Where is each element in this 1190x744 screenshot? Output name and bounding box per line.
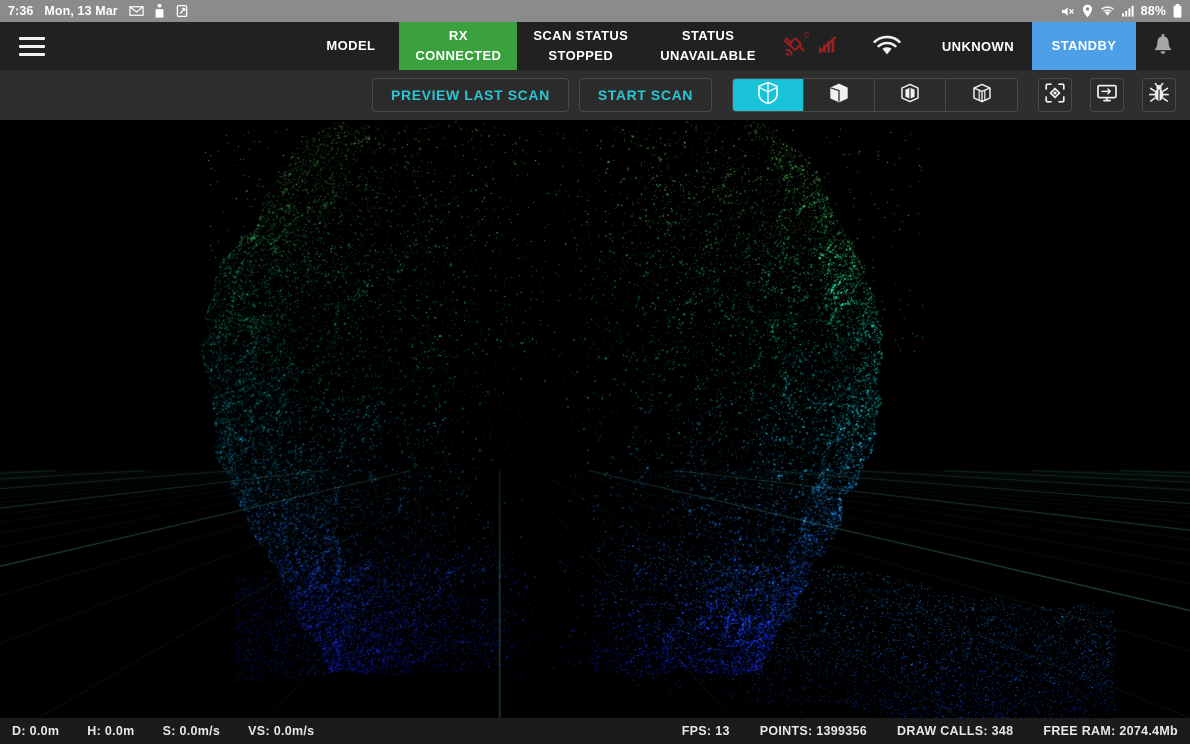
telemetry-vertical-speed-label: VS: — [248, 724, 270, 738]
telemetry-speed-label: S: — [163, 724, 176, 738]
stat-draw-calls-label: DRAW CALLS: — [897, 724, 988, 738]
view-mode-section-box[interactable] — [875, 79, 946, 111]
hamburger-bar — [19, 53, 45, 56]
telemetry-speed: S: 0.0m/s — [163, 724, 221, 738]
header-scan-status-title: SCAN STATUS — [533, 26, 628, 46]
header-standby-label: STANDBY — [1052, 36, 1117, 56]
3d-point-cloud-viewport[interactable] — [0, 120, 1190, 718]
mute-icon — [1061, 5, 1075, 18]
stat-points: POINTS: 1399356 — [760, 724, 867, 738]
status-bar-right: 88% — [1061, 4, 1182, 18]
satellite-count-text: 0 — [804, 30, 809, 40]
debug-button[interactable] — [1142, 78, 1176, 112]
preview-last-scan-button[interactable]: PREVIEW LAST SCAN — [372, 78, 569, 112]
view-mode-solid-box[interactable] — [804, 79, 875, 111]
fit-to-view-button[interactable] — [1038, 78, 1072, 112]
telemetry-distance-label: D: — [12, 724, 26, 738]
stat-fps-value: 13 — [715, 724, 730, 738]
header-model-label: MODEL — [326, 36, 375, 56]
monitor-icon — [1096, 83, 1118, 108]
point-cloud-canvas[interactable] — [0, 120, 1190, 718]
app-header: MODEL RX CONNECTED SCAN STATUS STOPPED S… — [0, 22, 1190, 70]
cube-shield-icon — [757, 81, 779, 110]
status-bar-left: 7:36 Mon, 13 Mar — [8, 4, 189, 18]
telemetry-height-label: H: — [87, 724, 101, 738]
header-status[interactable]: STATUS UNAVAILABLE — [644, 22, 772, 70]
view-mode-wireframe-box[interactable] — [946, 79, 1017, 111]
cube-wireframe-icon — [971, 82, 993, 109]
stat-draw-calls-value: 348 — [992, 724, 1014, 738]
date-text: Mon, 13 Mar — [44, 4, 117, 18]
header-connection-label[interactable]: UNKNOWN — [924, 22, 1032, 70]
header-status-value: UNAVAILABLE — [660, 46, 756, 66]
telemetry-height: H: 0.0m — [87, 724, 134, 738]
bottom-status-bar: D: 0.0m H: 0.0m S: 0.0m/s VS: 0.0m/s FPS… — [0, 718, 1190, 744]
clock-text: 7:36 — [8, 4, 33, 18]
telemetry-vertical-speed: VS: 0.0m/s — [248, 724, 314, 738]
telemetry-height-value: 0.0m — [105, 724, 135, 738]
notification-bell-icon[interactable] — [1136, 22, 1190, 70]
stat-free-ram-label: FREE RAM: — [1043, 724, 1115, 738]
telemetry-vertical-speed-value: 0.0m/s — [274, 724, 315, 738]
hamburger-bar — [19, 45, 45, 48]
battery-icon — [1173, 4, 1182, 18]
header-scan-status[interactable]: SCAN STATUS STOPPED — [517, 22, 644, 70]
hamburger-bar — [19, 37, 45, 40]
telemetry-distance-value: 0.0m — [30, 724, 60, 738]
stat-free-ram-value: 2074.4Mb — [1119, 724, 1178, 738]
telemetry-group: D: 0.0m H: 0.0m S: 0.0m/s VS: 0.0m/s — [12, 724, 314, 738]
start-scan-button[interactable]: START SCAN — [579, 78, 712, 112]
android-status-bar: 7:36 Mon, 13 Mar — [0, 0, 1190, 22]
hamburger-menu-icon[interactable] — [8, 22, 56, 70]
header-gnss-group[interactable]: 0 — [772, 22, 854, 70]
stat-draw-calls: DRAW CALLS: 348 — [897, 724, 1013, 738]
bug-icon — [1148, 82, 1170, 109]
telemetry-speed-value: 0.0m/s — [179, 724, 220, 738]
screen-rotate-icon — [175, 4, 189, 18]
header-rx-status[interactable]: RX CONNECTED — [399, 22, 517, 70]
header-status-title: STATUS — [682, 26, 734, 46]
signal-off-icon — [818, 32, 840, 61]
stat-fps-label: FPS: — [682, 724, 712, 738]
header-standby-button[interactable]: STANDBY — [1032, 22, 1136, 70]
stat-fps: FPS: 13 — [682, 724, 730, 738]
app-root: 7:36 Mon, 13 Mar — [0, 0, 1190, 744]
telemetry-distance: D: 0.0m — [12, 724, 59, 738]
stat-free-ram: FREE RAM: 2074.4Mb — [1043, 724, 1178, 738]
cube-section-icon — [899, 82, 921, 109]
header-spacer — [56, 22, 302, 70]
header-model-cell[interactable]: MODEL — [302, 22, 399, 70]
cell-signal-icon — [1122, 5, 1134, 17]
header-wifi-icon[interactable] — [854, 22, 924, 70]
cube-solid-icon — [828, 82, 850, 109]
view-mode-segment — [732, 78, 1018, 112]
header-rx-value: CONNECTED — [415, 46, 501, 66]
battery-percent-text: 88% — [1141, 4, 1166, 18]
header-scan-status-value: STOPPED — [548, 46, 613, 66]
stat-points-label: POINTS: — [760, 724, 813, 738]
gmail-icon — [129, 5, 144, 17]
view-mode-point-cloud[interactable] — [733, 79, 804, 111]
wifi-icon — [1100, 5, 1115, 17]
header-rx-title: RX — [449, 26, 468, 46]
stat-points-value: 1399356 — [816, 724, 867, 738]
location-pin-icon — [1082, 4, 1093, 18]
render-stats-group: FPS: 13 POINTS: 1399356 DRAW CALLS: 348 … — [682, 724, 1178, 738]
focus-frame-icon — [1044, 82, 1066, 109]
satellite-icon: 0 — [782, 29, 816, 64]
scan-toolbar: PREVIEW LAST SCAN START SCAN — [0, 70, 1190, 120]
usb-device-icon — [155, 4, 164, 18]
display-settings-button[interactable] — [1090, 78, 1124, 112]
